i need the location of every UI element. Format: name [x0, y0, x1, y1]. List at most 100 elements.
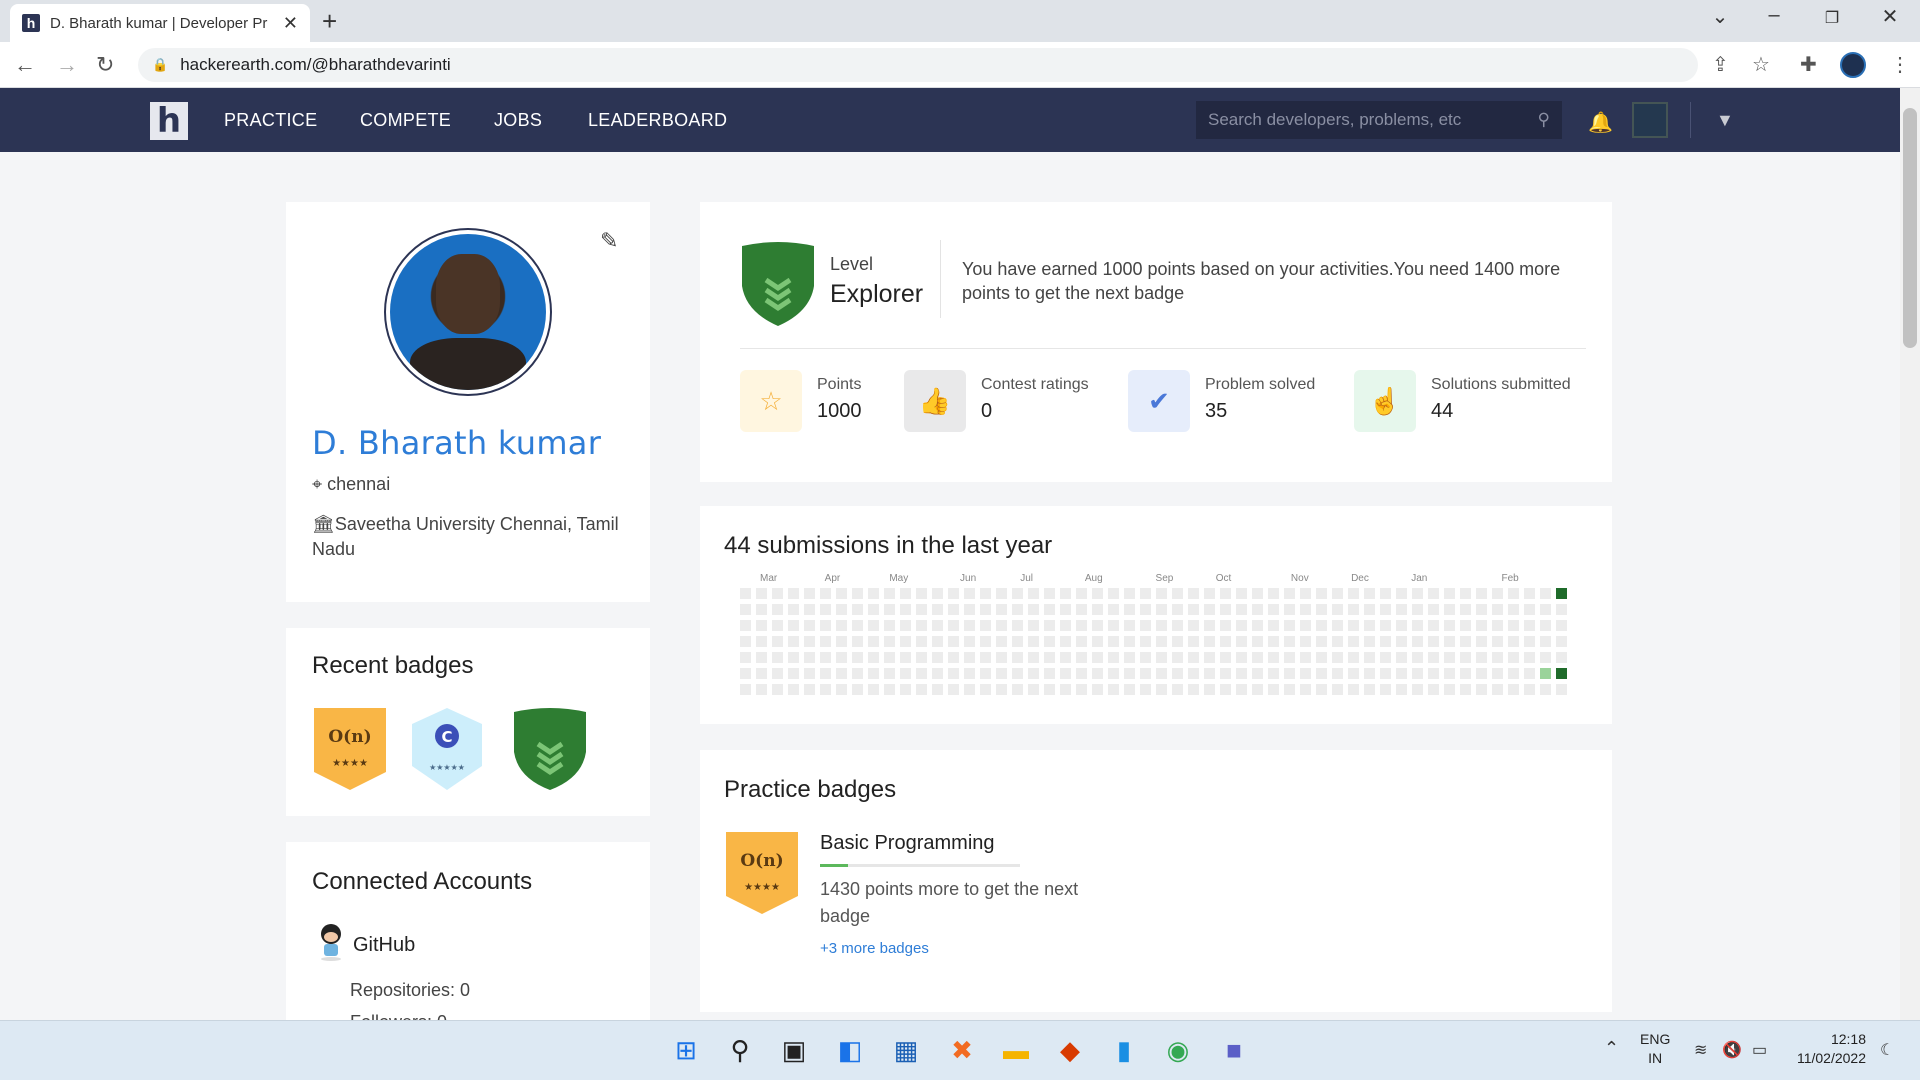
heatmap-cell[interactable] [836, 684, 847, 695]
heatmap-cell[interactable] [1076, 668, 1087, 679]
file-explorer-icon[interactable]: ▬ [998, 1032, 1034, 1068]
heatmap-cell[interactable] [1492, 668, 1503, 679]
heatmap-cell[interactable] [1348, 652, 1359, 663]
wifi-icon[interactable]: ≋ [1694, 1040, 1707, 1060]
heatmap-cell[interactable] [1396, 684, 1407, 695]
heatmap-cell[interactable] [1300, 684, 1311, 695]
heatmap-cell[interactable] [1188, 620, 1199, 631]
heatmap-cell[interactable] [1252, 652, 1263, 663]
heatmap-cell[interactable] [916, 668, 927, 679]
heatmap-cell[interactable] [820, 604, 831, 615]
heatmap-cell[interactable] [1092, 636, 1103, 647]
widgets-icon[interactable]: ◧ [832, 1032, 868, 1068]
heatmap-cell[interactable] [932, 684, 943, 695]
heatmap-cell[interactable] [1124, 636, 1135, 647]
heatmap-cell[interactable] [1284, 620, 1295, 631]
heatmap-cell[interactable] [1236, 652, 1247, 663]
heatmap-cell[interactable] [1012, 684, 1023, 695]
heatmap-cell[interactable] [1204, 636, 1215, 647]
heatmap-cell[interactable] [1348, 588, 1359, 599]
heatmap-cell[interactable] [1476, 668, 1487, 679]
heatmap-cell[interactable] [1412, 684, 1423, 695]
heatmap-cell[interactable] [1492, 684, 1503, 695]
heatmap-cell[interactable] [1172, 684, 1183, 695]
heatmap-cell[interactable] [804, 652, 815, 663]
heatmap-cell[interactable] [1188, 588, 1199, 599]
heatmap-cell[interactable] [1028, 620, 1039, 631]
heatmap-cell[interactable] [1396, 620, 1407, 631]
heatmap-cell[interactable] [1140, 604, 1151, 615]
heatmap-cell[interactable] [1524, 684, 1535, 695]
heatmap-cell[interactable] [1140, 620, 1151, 631]
heatmap-cell[interactable] [868, 652, 879, 663]
heatmap-cell[interactable] [1060, 668, 1071, 679]
heatmap-cell[interactable] [1188, 604, 1199, 615]
heatmap-cell[interactable] [1540, 620, 1551, 631]
browser-profile-avatar[interactable] [1840, 52, 1866, 78]
heatmap-cell[interactable] [1556, 620, 1567, 631]
heatmap-cell[interactable] [1044, 620, 1055, 631]
heatmap-cell[interactable] [964, 652, 975, 663]
heatmap-cell[interactable] [1460, 620, 1471, 631]
heatmap-cell[interactable] [1396, 636, 1407, 647]
heatmap-cell[interactable] [1012, 652, 1023, 663]
heatmap-cell[interactable] [980, 620, 991, 631]
heatmap-cell[interactable] [1172, 604, 1183, 615]
nav-compete[interactable]: COMPETE [360, 110, 451, 131]
heatmap-cell[interactable] [1348, 684, 1359, 695]
heatmap-cell[interactable] [804, 668, 815, 679]
heatmap-cell[interactable] [1492, 588, 1503, 599]
heatmap-cell[interactable] [1156, 668, 1167, 679]
heatmap-cell[interactable] [900, 636, 911, 647]
heatmap-cell[interactable] [1524, 620, 1535, 631]
heatmap-cell[interactable] [1076, 636, 1087, 647]
heatmap-cell[interactable] [756, 684, 767, 695]
heatmap-cell[interactable] [1252, 620, 1263, 631]
heatmap-cell[interactable] [1396, 652, 1407, 663]
search-icon[interactable]: ⚲ [1538, 110, 1550, 130]
heatmap-cell[interactable] [932, 668, 943, 679]
heatmap-cell[interactable] [1284, 668, 1295, 679]
heatmap-cell[interactable] [1044, 668, 1055, 679]
heatmap-cell[interactable] [900, 588, 911, 599]
heatmap-cell[interactable] [1060, 636, 1071, 647]
heatmap-cell[interactable] [1364, 620, 1375, 631]
heatmap-cell[interactable] [1508, 684, 1519, 695]
heatmap-cell[interactable] [1220, 684, 1231, 695]
heatmap-cell[interactable] [884, 668, 895, 679]
heatmap-cell[interactable] [852, 652, 863, 663]
heatmap-cell[interactable] [772, 636, 783, 647]
heatmap-cell[interactable] [1236, 604, 1247, 615]
heatmap-cell[interactable] [1300, 620, 1311, 631]
heatmap-cell[interactable] [820, 684, 831, 695]
task-view-icon[interactable]: ▣ [776, 1032, 812, 1068]
heatmap-cell[interactable] [1268, 604, 1279, 615]
nav-practice[interactable]: PRACTICE [224, 110, 317, 131]
heatmap-cell[interactable] [1380, 636, 1391, 647]
heatmap-cell[interactable] [852, 684, 863, 695]
heatmap-cell[interactable] [820, 636, 831, 647]
heatmap-cell[interactable] [1284, 684, 1295, 695]
heatmap-cell[interactable] [964, 604, 975, 615]
forward-icon[interactable]: → [56, 52, 78, 78]
heatmap-cell[interactable] [756, 668, 767, 679]
heatmap-cell[interactable] [820, 668, 831, 679]
heatmap-cell[interactable] [1476, 684, 1487, 695]
heatmap-cell[interactable] [836, 668, 847, 679]
heatmap-cell[interactable] [868, 588, 879, 599]
heatmap-cell[interactable] [820, 652, 831, 663]
heatmap-cell[interactable] [1316, 604, 1327, 615]
heatmap-cell[interactable] [1332, 620, 1343, 631]
heatmap-cell[interactable] [1188, 652, 1199, 663]
url-field[interactable]: 🔒 hackerearth.com/@bharathdevarinti [138, 48, 1698, 82]
heatmap-cell[interactable] [1348, 668, 1359, 679]
back-icon[interactable]: ← [14, 52, 36, 78]
heatmap-cell[interactable] [1092, 604, 1103, 615]
heatmap-cell[interactable] [948, 636, 959, 647]
heatmap-cell[interactable] [1316, 620, 1327, 631]
heatmap-cell[interactable] [1412, 636, 1423, 647]
heatmap-cell[interactable] [1348, 604, 1359, 615]
heatmap-cell[interactable] [1444, 668, 1455, 679]
language-indicator[interactable]: ENG IN [1640, 1030, 1670, 1068]
heatmap-cell[interactable] [884, 684, 895, 695]
